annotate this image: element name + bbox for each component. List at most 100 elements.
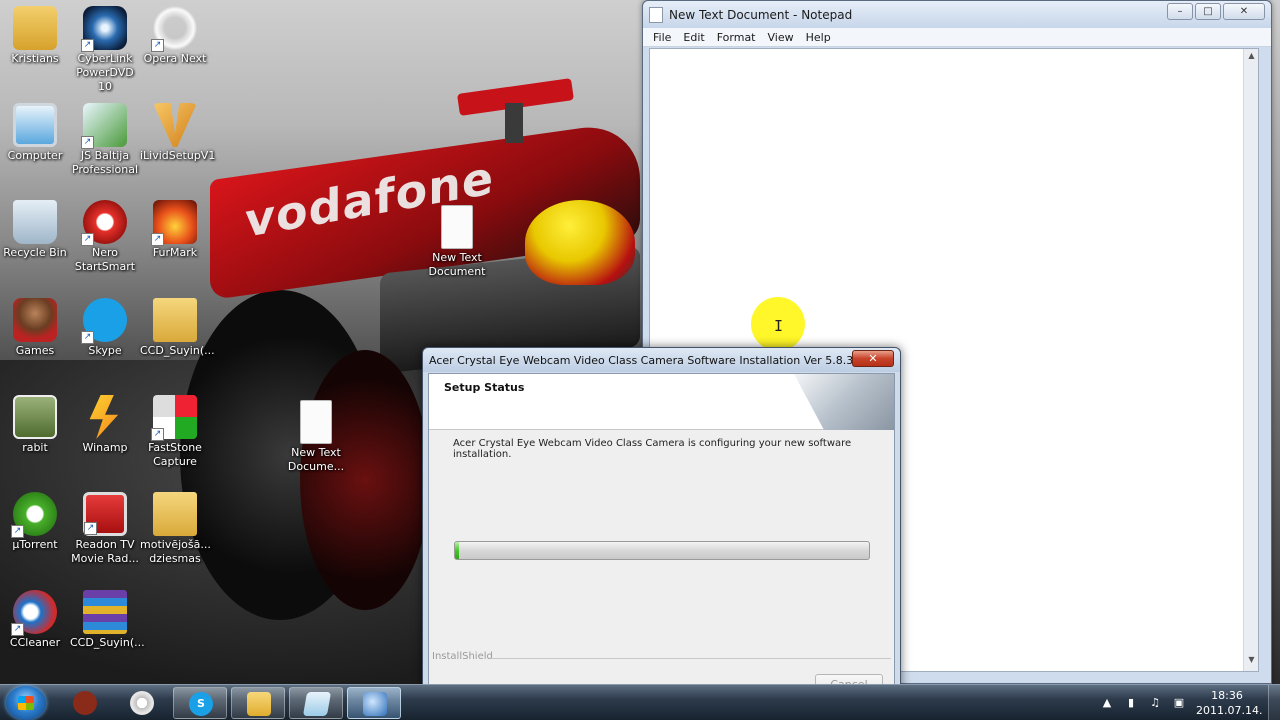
- image-icon: [13, 395, 57, 439]
- desktop-icon[interactable]: ↗ CCleaner: [0, 590, 70, 650]
- desktop-icon[interactable]: New Text Document: [422, 205, 492, 279]
- js-baltija-icon: ↗: [81, 103, 127, 149]
- taskbar-notepad[interactable]: [289, 687, 343, 719]
- installer-dialog[interactable]: Acer Crystal Eye Webcam Video Class Came…: [422, 347, 901, 714]
- menu-file[interactable]: File: [653, 31, 671, 44]
- desktop-icon-label: CCleaner: [9, 636, 61, 649]
- installation-progress-bar: [454, 541, 870, 560]
- desktop-icon[interactable]: motivējošā... dziesmas: [140, 492, 211, 566]
- notepad-icon: [649, 6, 663, 23]
- folder-icon: [153, 298, 197, 342]
- desktop-icon[interactable]: ↗ Winamp: [70, 395, 140, 455]
- taskbar-opera[interactable]: [115, 687, 169, 719]
- show-desktop-button[interactable]: [1268, 685, 1280, 720]
- computer-icon: [13, 103, 57, 147]
- desktop-icon[interactable]: ↗ FastStone Capture: [140, 395, 210, 469]
- desktop-icon[interactable]: New Text Docume...: [281, 400, 351, 474]
- start-button[interactable]: [6, 686, 46, 720]
- installshield-brand: InstallShield: [432, 651, 493, 662]
- desktop-icon[interactable]: iLividSetupV1: [140, 103, 215, 163]
- header-decoration-graphic: [794, 374, 894, 430]
- desktop-icon[interactable]: Kristians: [0, 6, 70, 66]
- skype-icon: S: [189, 692, 213, 716]
- desktop-icon[interactable]: ↗ Readon TV Movie Rad...: [70, 492, 140, 566]
- shortcut-arrow-icon: ↗: [151, 233, 164, 246]
- desktop-icon-label: FastStone Capture: [148, 441, 202, 468]
- winrar-archive-icon: [83, 590, 127, 634]
- faststone-icon: ↗: [151, 395, 197, 441]
- desktop-icon[interactable]: ↗ Nero StartSmart: [70, 200, 140, 274]
- maximize-button[interactable]: □: [1195, 3, 1221, 20]
- nero-icon: ↗: [81, 200, 127, 246]
- notepad-title: New Text Document - Notepad: [669, 7, 853, 22]
- shortcut-arrow-icon: ↗: [81, 136, 94, 149]
- desktop-icon[interactable]: Games: [0, 298, 70, 358]
- desktop-icon-label: Kristians: [11, 52, 59, 65]
- dialog-header: Setup Status: [429, 374, 894, 430]
- desktop-icon-label: New Text Document: [428, 251, 486, 278]
- desktop-icon-label: CCD_Suyin(...: [70, 636, 145, 649]
- minimize-button[interactable]: –: [1167, 3, 1193, 20]
- desktop-icon[interactable]: ↗ FurMark: [140, 200, 210, 260]
- powerdvd-icon: ↗: [81, 6, 127, 52]
- menu-view[interactable]: View: [768, 31, 794, 44]
- desktop-icon[interactable]: ↗ µTorrent: [0, 492, 70, 552]
- text-document-icon: [441, 205, 473, 249]
- shortcut-arrow-icon: ↗: [81, 39, 94, 52]
- taskbar-games[interactable]: [58, 687, 112, 719]
- scroll-down-icon[interactable]: ▼: [1244, 655, 1259, 669]
- shortcut-arrow-icon: ↗: [11, 623, 24, 636]
- close-button[interactable]: ✕: [1223, 3, 1265, 20]
- scroll-up-icon[interactable]: ▲: [1244, 51, 1259, 65]
- volume-icon[interactable]: ♫: [1148, 696, 1162, 710]
- desktop-icon[interactable]: Recycle Bin: [0, 200, 70, 260]
- taskbar-installer[interactable]: [347, 687, 401, 719]
- desktop-icon[interactable]: CCD_Suyin(...: [140, 298, 215, 358]
- power-icon[interactable]: ▮: [1124, 696, 1138, 710]
- menu-edit[interactable]: Edit: [683, 31, 704, 44]
- games-icon: [73, 691, 97, 715]
- desktop-icon-label: Skype: [88, 344, 122, 357]
- desktop-icon-label: Games: [15, 344, 55, 357]
- menu-format[interactable]: Format: [717, 31, 756, 44]
- dialog-close-button[interactable]: ✕: [852, 350, 894, 367]
- clock[interactable]: 18:36 2011.07.14.: [1196, 688, 1262, 718]
- clock-time: 18:36: [1211, 689, 1243, 702]
- desktop-icon-label: motivējošā... dziesmas: [140, 538, 211, 565]
- menu-help[interactable]: Help: [806, 31, 831, 44]
- desktop-icon-label: JS Baltija Professional: [71, 149, 139, 176]
- desktop-icon-label: Readon TV Movie Rad...: [71, 538, 139, 565]
- explorer-folder-icon: [247, 692, 271, 716]
- shortcut-arrow-icon: ↗: [11, 525, 24, 538]
- winamp-icon: ↗: [89, 395, 119, 439]
- readon-tv-icon: ↗: [83, 492, 127, 536]
- user-folder-icon: [13, 6, 57, 50]
- desktop-icon[interactable]: CCD_Suyin(...: [70, 590, 145, 650]
- desktop-icon[interactable]: rabit: [0, 395, 70, 455]
- ilivid-icon: [153, 103, 197, 147]
- dialog-body: Setup Status Acer Crystal Eye Webcam Vid…: [428, 373, 895, 709]
- desktop-icon[interactable]: ↗ CyberLink PowerDVD 10: [70, 6, 140, 94]
- setup-status-title: Setup Status: [444, 381, 525, 394]
- dialog-titlebar[interactable]: Acer Crystal Eye Webcam Video Class Came…: [423, 348, 900, 372]
- taskbar-skype[interactable]: S: [173, 687, 227, 719]
- system-tray: ▲ ▮ ♫ ▣: [1100, 685, 1186, 720]
- desktop-icon-label: New Text Docume...: [287, 446, 345, 473]
- desktop-icon-label: Winamp: [82, 441, 128, 454]
- brand-divider: [491, 658, 891, 659]
- desktop-icon-label: rabit: [22, 441, 48, 454]
- desktop-icon[interactable]: ↗ Skype: [70, 298, 140, 358]
- network-icon[interactable]: ▣: [1172, 696, 1186, 710]
- wallpaper-helmet: [525, 200, 635, 285]
- wallpaper-wheel-front: [300, 350, 430, 610]
- show-hidden-icons[interactable]: ▲: [1100, 696, 1114, 710]
- desktop-icon[interactable]: Computer: [0, 103, 70, 163]
- shortcut-arrow-icon: ↗: [84, 522, 97, 535]
- utorrent-icon: ↗: [11, 492, 57, 538]
- desktop-icon[interactable]: ↗ Opera Next: [140, 6, 210, 66]
- desktop-icon[interactable]: ↗ JS Baltija Professional: [70, 103, 140, 177]
- games-icon: [13, 298, 57, 342]
- vertical-scrollbar[interactable]: ▲ ▼: [1243, 49, 1258, 671]
- recycle-bin-icon: [13, 200, 57, 244]
- taskbar-explorer[interactable]: [231, 687, 285, 719]
